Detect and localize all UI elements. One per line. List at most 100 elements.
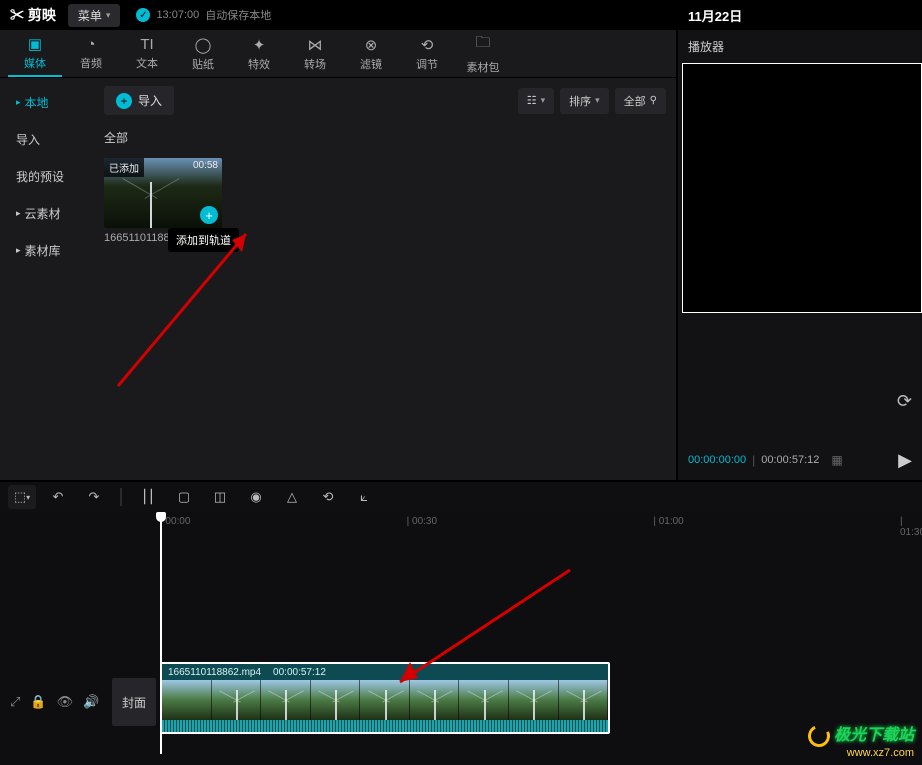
lock-icon[interactable]: 🔒 bbox=[30, 694, 46, 710]
sidebar-label: 云素材 bbox=[25, 205, 61, 222]
tab-label: 媒体 bbox=[24, 55, 46, 71]
time-current: 00:00:00:00 bbox=[688, 454, 746, 466]
ruler-mark: | 00:30 bbox=[407, 516, 437, 527]
sort-label: 排序 bbox=[569, 93, 591, 109]
tool-tab-文本[interactable]: TI 文本 bbox=[120, 30, 174, 77]
clip-audio-wave bbox=[162, 720, 608, 734]
refresh-icon[interactable]: ⟳ bbox=[897, 391, 912, 412]
sidebar-item-云素材[interactable]: ▸ 云素材 bbox=[6, 197, 88, 230]
chevron-down-icon: ▾ bbox=[541, 95, 546, 106]
tool-tabs: ▣媒体 ◔ 音频 TI 文本 ◯ 贴纸 ✦ 特效 ⋈ 转场 ⊗ 滤镜 ⟲调节 🗀 素材包 bbox=[0, 30, 676, 78]
chevron-down-icon: ▾ bbox=[106, 10, 111, 21]
clip-duration: 00:00:57:12 bbox=[273, 667, 326, 678]
tab-label: 转场 bbox=[304, 56, 326, 72]
tool-tab-贴纸[interactable]: ◯ 贴纸 bbox=[176, 30, 230, 77]
redo-button[interactable]: ↷ bbox=[80, 485, 108, 509]
clip-name: 1665110118862.mp4 bbox=[168, 667, 261, 678]
autosave-status: ✓ 13:07:00 自动保存本地 bbox=[136, 7, 271, 23]
filter-icon: ⚲ bbox=[650, 95, 657, 106]
sidebar-item-素材库[interactable]: ▸ 素材库 bbox=[6, 234, 88, 267]
tab-label: 贴纸 bbox=[192, 56, 214, 72]
plus-icon: + bbox=[116, 93, 132, 109]
grid-icon[interactable]: ▦ bbox=[831, 453, 842, 467]
grid-icon: ☷ bbox=[527, 94, 537, 107]
tab-label: 文本 bbox=[136, 55, 158, 71]
sidebar-label: 素材库 bbox=[25, 242, 61, 259]
crop-button[interactable]: ◫ bbox=[206, 485, 234, 509]
tab-icon: ⋈ bbox=[308, 36, 323, 54]
filter-button[interactable]: 全部 ⚲ bbox=[615, 88, 666, 114]
add-to-track-button[interactable]: + bbox=[200, 206, 218, 224]
duration-badge: 00:58 bbox=[193, 160, 218, 171]
tool-tab-素材包[interactable]: 🗀 素材包 bbox=[456, 30, 510, 77]
rotate-button[interactable]: ⟲ bbox=[314, 485, 342, 509]
sidebar-label: 导入 bbox=[16, 131, 40, 148]
tab-icon: 🗀 bbox=[475, 32, 490, 57]
timeline-clip[interactable]: 1665110118862.mp4 00:00:57:12 bbox=[160, 662, 610, 734]
media-thumbnail[interactable]: 已添加 00:58 + 添加到轨道 1665110118862.mp4 bbox=[104, 158, 222, 244]
sidebar-item-导入[interactable]: 导入 bbox=[6, 123, 88, 156]
autosave-text: 自动保存本地 bbox=[205, 7, 271, 23]
tab-icon: ◔ bbox=[86, 36, 95, 53]
crop-tool[interactable]: ⟀ bbox=[350, 485, 378, 509]
speed-button[interactable]: ◉ bbox=[242, 485, 270, 509]
tab-label: 音频 bbox=[80, 55, 102, 71]
sort-button[interactable]: 排序 ▾ bbox=[560, 88, 609, 114]
triangle-icon: ▸ bbox=[16, 245, 21, 256]
tool-tab-调节[interactable]: ⟲调节 bbox=[400, 30, 454, 77]
sidebar-item-我的预设[interactable]: 我的预设 bbox=[6, 160, 88, 193]
triangle-icon: ▸ bbox=[16, 97, 21, 108]
watermark: 极光下载站 www.xz7.com bbox=[808, 721, 914, 759]
clip-frame bbox=[162, 680, 212, 720]
clip-frame bbox=[261, 680, 311, 720]
tooltip: 添加到轨道 bbox=[168, 228, 239, 252]
tool-tab-特效[interactable]: ✦ 特效 bbox=[232, 30, 286, 77]
view-mode-button[interactable]: ☷ ▾ bbox=[518, 88, 554, 114]
check-icon: ✓ bbox=[136, 8, 150, 22]
app-logo: ✂ 剪映 bbox=[10, 5, 56, 25]
time-total: 00:00:57:12 bbox=[761, 454, 819, 466]
eye-icon[interactable]: 👁 bbox=[57, 694, 74, 710]
clip-frame bbox=[559, 680, 609, 720]
split-button[interactable]: ⎮⎮ bbox=[134, 485, 162, 509]
project-date: 11月22日 bbox=[688, 6, 742, 25]
player-title: 播放器 bbox=[678, 30, 922, 63]
autosave-time: 13:07:00 bbox=[156, 9, 199, 21]
added-badge: 已添加 bbox=[104, 158, 144, 177]
import-label: 导入 bbox=[138, 92, 162, 109]
tab-icon: ⊗ bbox=[365, 36, 378, 54]
menu-button[interactable]: 菜单 ▾ bbox=[68, 4, 121, 27]
tool-tab-音频[interactable]: ◔ 音频 bbox=[64, 30, 118, 77]
tab-icon: ✦ bbox=[253, 36, 266, 54]
cover-button[interactable]: 封面 bbox=[112, 678, 156, 726]
tool-tab-媒体[interactable]: ▣媒体 bbox=[8, 30, 62, 77]
sidebar-item-本地[interactable]: ▸ 本地 bbox=[6, 86, 88, 119]
play-button[interactable]: ▶ bbox=[898, 450, 912, 471]
mute-icon[interactable]: 🔊 bbox=[83, 694, 99, 710]
clip-frame bbox=[509, 680, 559, 720]
timeline-toolbar: ⬚▾ ↶ ↷ ⎮⎮ ▢ ◫ ◉ △ ⟲ ⟀ bbox=[0, 480, 922, 512]
triangle-icon: ▸ bbox=[16, 208, 21, 219]
mirror-button[interactable]: △ bbox=[278, 485, 306, 509]
delete-button[interactable]: ▢ bbox=[170, 485, 198, 509]
sidebar-label: 本地 bbox=[25, 94, 49, 111]
tab-icon: TI bbox=[140, 36, 153, 53]
timeline-ruler[interactable]: | 00:00| 00:30| 01:00| 01:30 bbox=[160, 516, 914, 534]
tab-label: 素材包 bbox=[467, 59, 500, 75]
undo-button[interactable]: ↶ bbox=[44, 485, 72, 509]
tool-tab-滤镜[interactable]: ⊗ 滤镜 bbox=[344, 30, 398, 77]
track-controls: ⤢ 🔒 👁 🔊 bbox=[0, 662, 108, 742]
pointer-tool[interactable]: ⬚▾ bbox=[8, 485, 36, 509]
section-label: 全部 bbox=[104, 129, 666, 146]
import-button[interactable]: + 导入 bbox=[104, 86, 174, 115]
expand-icon[interactable]: ⤢ bbox=[10, 694, 20, 710]
tab-label: 特效 bbox=[248, 56, 270, 72]
filter-label: 全部 bbox=[624, 93, 646, 109]
player-canvas[interactable] bbox=[682, 63, 922, 313]
tab-icon: ◯ bbox=[195, 36, 212, 54]
clip-frame bbox=[360, 680, 410, 720]
clip-frame bbox=[212, 680, 262, 720]
clip-frame bbox=[459, 680, 509, 720]
tab-label: 滤镜 bbox=[360, 56, 382, 72]
tool-tab-转场[interactable]: ⋈ 转场 bbox=[288, 30, 342, 77]
